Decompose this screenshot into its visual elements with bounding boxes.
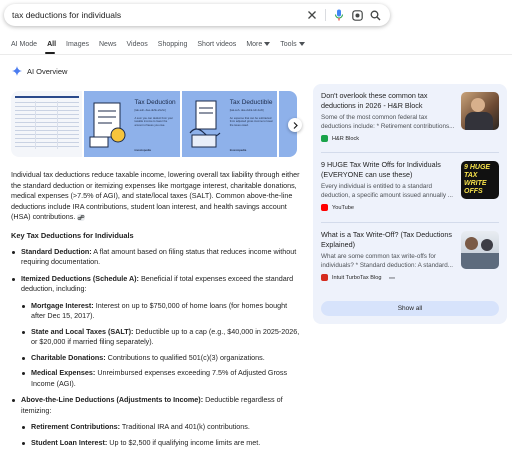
source-title[interactable]: What is a Tax Write-Off? (Tax Deductions… (321, 230, 457, 250)
sublist-item: Charitable Donations: Contributions to q… (21, 353, 303, 364)
source-site: YouTube (321, 204, 501, 211)
tab-images[interactable]: Images (66, 37, 89, 51)
intro-text: Individual tax deductions reduce taxable… (11, 170, 300, 221)
sublist-item: Retirement Contributions: Traditional IR… (21, 422, 303, 433)
hr-block-favicon-icon (321, 135, 328, 142)
sublist-item-term: State and Local Taxes (SALT): (31, 326, 134, 336)
source-divider (321, 152, 499, 153)
show-all-button[interactable]: Show all (321, 301, 499, 316)
image-subtitle: [tak-suh- dee-duhk-tuh-buhl] (229, 109, 264, 112)
source-thumbnail[interactable]: 9 HUGE TAX WRITE OFFS (461, 161, 499, 199)
list-item-term: Standard Deduction: (21, 246, 92, 256)
tab-ai-mode[interactable]: AI Mode (11, 37, 37, 51)
document-illustration (89, 102, 126, 148)
source-site: Intuit TurboTax Blog (321, 274, 501, 281)
tab-more[interactable]: More (246, 37, 271, 51)
image-title: Tax Deductible (229, 99, 273, 106)
image-caption: A sum you can deduct from your taxable i… (134, 117, 174, 127)
chevron-down-icon (264, 42, 271, 46)
search-tabs: AI Mode All Images News Videos Shopping … (11, 37, 315, 51)
sublist-item-text: Contributions to qualified 501(c)(3) org… (105, 352, 265, 362)
tab-news[interactable]: News (99, 37, 117, 51)
source-thumbnail[interactable] (461, 92, 499, 130)
sublist-item-term: Student Loan Interest: (31, 437, 108, 447)
sublist-item: Mortgage Interest: Interest on up to $75… (21, 301, 303, 322)
search-icon[interactable] (366, 6, 384, 24)
source-site: H&R Block (321, 135, 501, 142)
clear-icon[interactable] (303, 6, 321, 24)
search-bar[interactable]: tax deductions for individuals (4, 4, 390, 26)
source-site-name: YouTube (332, 204, 354, 211)
sublist-item: Medical Expenses: Unreimbursed expenses … (21, 368, 303, 389)
sublist-item: State and Local Taxes (SALT): Deductible… (21, 327, 303, 348)
image-thumbnail[interactable]: Tax Deductible [tak-suh- dee-duhk-tuh-bu… (181, 91, 278, 157)
tab-all[interactable]: All (47, 37, 56, 51)
list-item: Itemized Deductions (Schedule A): Benefi… (11, 274, 303, 390)
image-caption: An expense that can be subtracted from a… (229, 117, 273, 127)
image-subtitle: [tak-suh- dee-duhk-shuhn] (134, 109, 166, 112)
chevron-right-icon (293, 121, 298, 129)
tab-short-videos[interactable]: Short videos (197, 37, 236, 51)
image-thumbnail[interactable]: Tax Deduction [tak-suh- dee-duhk-shuhn] … (84, 91, 180, 157)
search-divider (325, 9, 326, 21)
section-heading: Key Tax Deductions for Individuals (11, 230, 134, 240)
sublist-item-term: Retirement Contributions: (31, 422, 121, 431)
more-options-icon[interactable] (389, 275, 396, 281)
image-brand: Investopedia (229, 149, 247, 152)
tab-videos[interactable]: Videos (127, 37, 148, 51)
sparkle-icon (12, 66, 22, 76)
tab-more-label: More (246, 40, 263, 48)
source-title[interactable]: Don't overlook these common tax deductio… (321, 91, 457, 111)
sources-panel: Don't overlook these common tax deductio… (313, 84, 507, 324)
youtube-icon (321, 204, 328, 211)
image-title: Tax Deduction (134, 99, 176, 106)
above-line-sublist: Retirement Contributions: Traditional IR… (21, 422, 303, 448)
microphone-icon[interactable] (330, 6, 348, 24)
turbotax-icon (321, 274, 328, 281)
sublist-item-term: Charitable Donations: (31, 352, 106, 362)
source-site-name: H&R Block (332, 135, 360, 142)
image-thumbnail[interactable] (11, 91, 83, 157)
sublist-item-term: Mortgage Interest: (31, 300, 94, 310)
search-input[interactable]: tax deductions for individuals (12, 10, 303, 20)
list-item-term: Itemized Deductions (Schedule A): (21, 273, 139, 283)
thumbnail-text: 9 HUGE TAX WRITE OFFS (464, 164, 491, 195)
sublist-item-text: Up to $2,500 if qualifying income limits… (107, 437, 261, 447)
tab-tools-label: Tools (280, 40, 297, 48)
tab-tools[interactable]: Tools (280, 37, 305, 51)
source-snippet: Every individual is entitled to a standa… (321, 183, 453, 199)
ai-overview-body: Individual tax deductions reduce taxable… (11, 170, 303, 454)
list-item: Standard Deduction: A flat amount based … (11, 247, 303, 268)
source-snippet: Some of the most common federal tax dedu… (321, 114, 455, 130)
source-thumbnail[interactable] (461, 231, 499, 269)
ai-overview-image-strip: Tax Deduction [tak-suh- dee-duhk-shuhn] … (11, 91, 297, 157)
source-title[interactable]: 9 HUGE Tax Write Offs for Individuals (E… (321, 160, 457, 180)
image-brand: investopedia (134, 149, 151, 152)
link-icon[interactable] (77, 213, 86, 221)
header-divider (0, 54, 512, 55)
ai-overview-title: AI Overview (27, 66, 68, 76)
source-divider (321, 222, 499, 223)
deductions-list: Standard Deduction: A flat amount based … (11, 247, 303, 449)
source-site-name: Intuit TurboTax Blog (332, 274, 382, 281)
list-item: Above-the-Line Deductions (Adjustments t… (11, 395, 303, 448)
ai-overview-intro: Individual tax deductions reduce taxable… (11, 170, 303, 223)
sublist-item: Student Loan Interest: Up to $2,500 if q… (21, 438, 303, 449)
list-item-term: Above-the-Line Deductions (Adjustments t… (21, 395, 204, 404)
sublist-item-term: Medical Expenses: (31, 368, 96, 377)
itemized-sublist: Mortgage Interest: Interest on up to $75… (21, 301, 303, 390)
ai-overview-header: AI Overview (12, 66, 67, 76)
tab-shopping[interactable]: Shopping (158, 37, 188, 51)
chevron-down-icon (298, 42, 305, 46)
source-snippet: What are some common tax write-offs for … (321, 253, 453, 269)
sublist-item-text: Traditional IRA and 401(k) contributions… (120, 422, 250, 431)
lens-icon[interactable] (348, 6, 366, 24)
receipt-illustration (189, 100, 221, 148)
next-images-button[interactable] (288, 118, 302, 132)
